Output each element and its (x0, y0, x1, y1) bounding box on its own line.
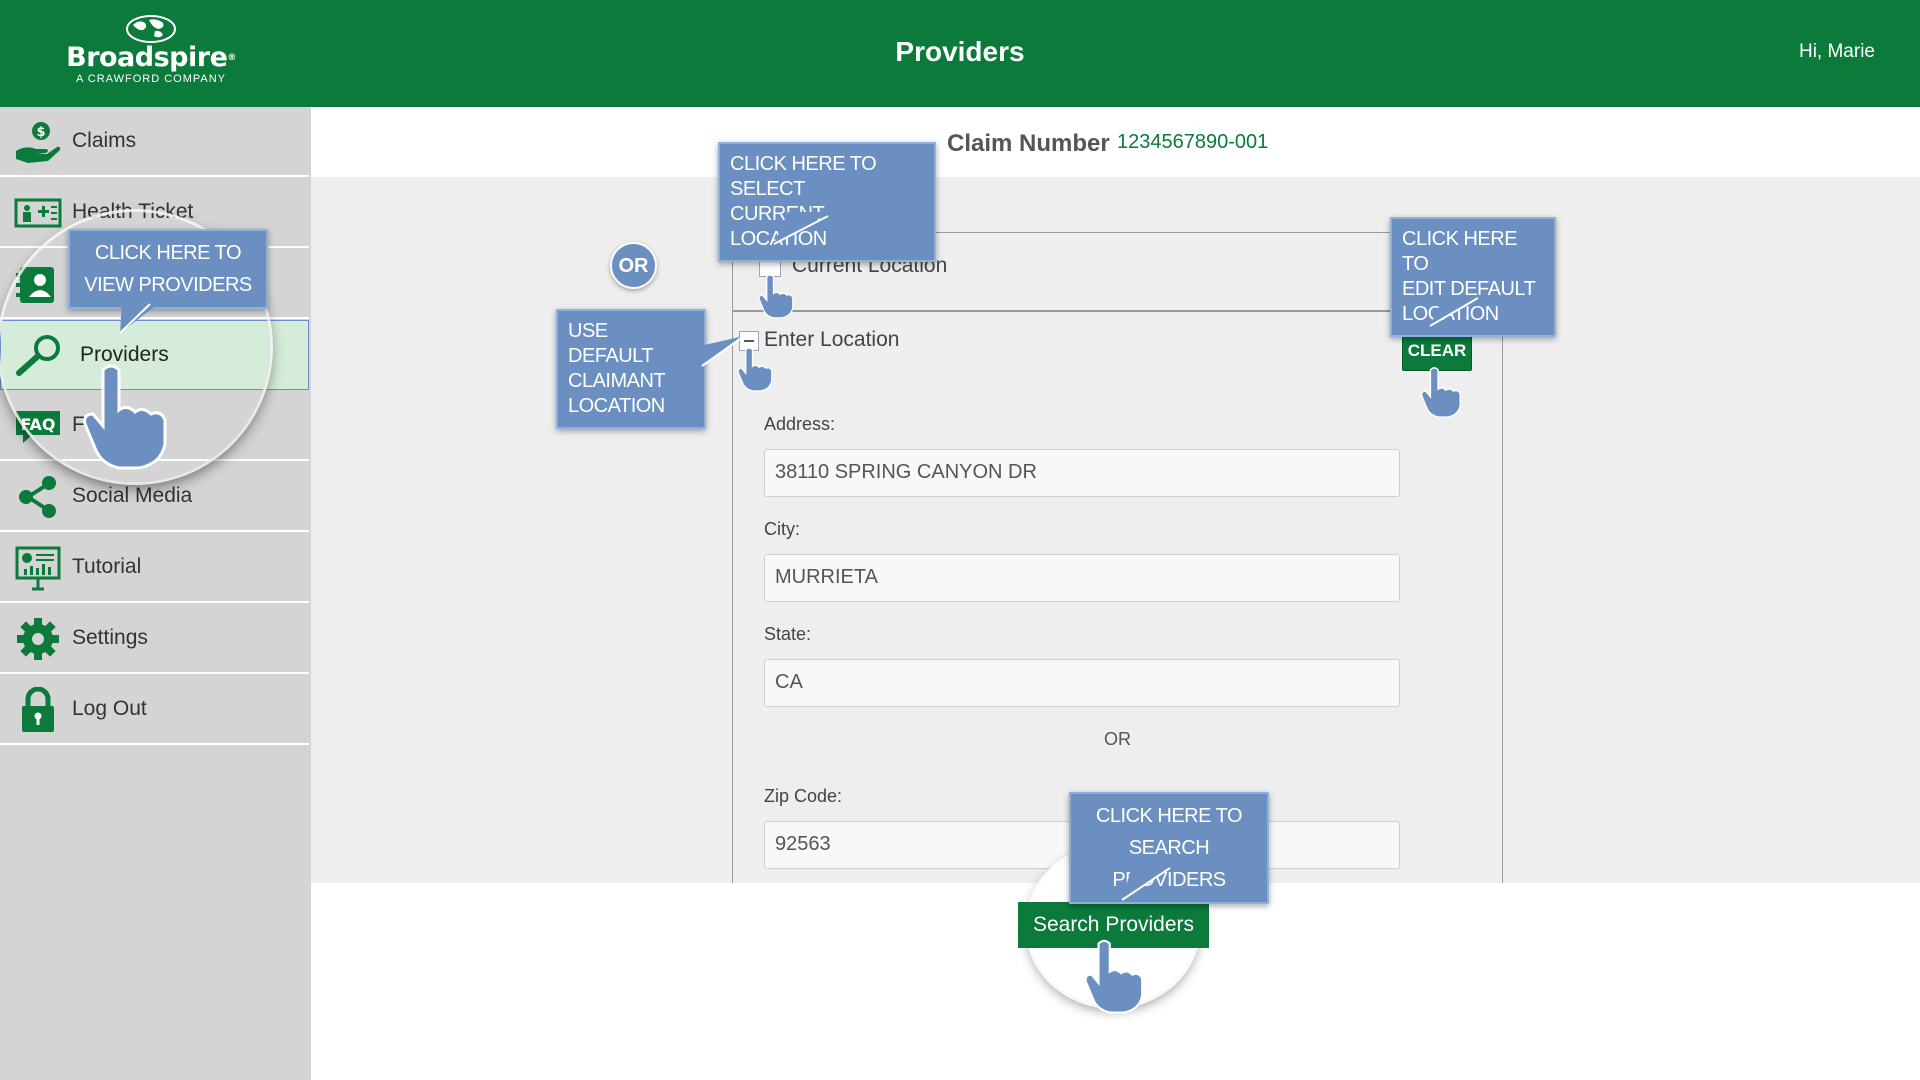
callout-tail (1429, 296, 1480, 327)
hand-dollar-icon: $ (16, 122, 61, 163)
user-greeting[interactable]: Hi, Marie (1799, 41, 1875, 63)
gear-icon (17, 618, 59, 660)
pointer-hand-icon (1084, 939, 1144, 1014)
pointer-hand-icon (758, 274, 794, 319)
sidebar-item-label: Settings (72, 626, 148, 649)
callout-view-providers: CLICK HERE TO VIEW PROVIDERS (68, 229, 268, 309)
or-bubble: OR (610, 242, 657, 289)
sidebar-item-claims[interactable]: $ Claims (0, 107, 309, 177)
sidebar-item-label: Social Media (72, 484, 193, 507)
callout-tail (119, 301, 162, 334)
sidebar-item-logout[interactable]: Log Out (0, 675, 309, 745)
callout-tail (1121, 866, 1172, 901)
share-icon (19, 476, 56, 518)
pointer-hand-icon (737, 347, 773, 392)
state-field[interactable]: CA (764, 659, 1400, 707)
pointer-hand-icon (1420, 367, 1461, 418)
callout-use-default: USE DEFAULT CLAIMANT LOCATION (556, 309, 706, 429)
divider (732, 310, 1503, 312)
app-header: Broadspire® A CRAWFORD COMPANY Providers… (0, 0, 1920, 107)
page-title: Providers (895, 36, 1025, 67)
claim-bar (311, 107, 1920, 177)
zip-label: Zip Code: (764, 786, 843, 806)
address-field[interactable]: 38110 SPRING CANYON DR (764, 449, 1400, 497)
sidebar-item-tutorial[interactable]: Tutorial (0, 533, 309, 603)
pointer-hand-icon (83, 364, 167, 470)
svg-text:$: $ (36, 125, 45, 140)
lock-icon (22, 687, 54, 732)
sidebar-item-label: Tutorial (72, 555, 142, 578)
claim-number-value: 1234567890-001 (1117, 131, 1269, 153)
health-ticket-icon (14, 198, 62, 228)
state-label: State: (764, 624, 812, 644)
sidebar-item-settings[interactable]: Settings (0, 604, 309, 674)
or-separator: OR (1104, 729, 1131, 749)
claim-number-label: Claim Number (947, 130, 1110, 157)
city-label: City: (764, 519, 800, 539)
enter-location-label: Enter Location (764, 328, 900, 351)
sidebar-item-label: Claims (72, 129, 137, 152)
callout-tail (773, 212, 830, 245)
city-field[interactable]: MURRIETA (764, 554, 1400, 602)
address-label: Address: (764, 414, 836, 434)
presentation-icon (15, 546, 61, 591)
sidebar-item-label: Log Out (72, 697, 147, 720)
